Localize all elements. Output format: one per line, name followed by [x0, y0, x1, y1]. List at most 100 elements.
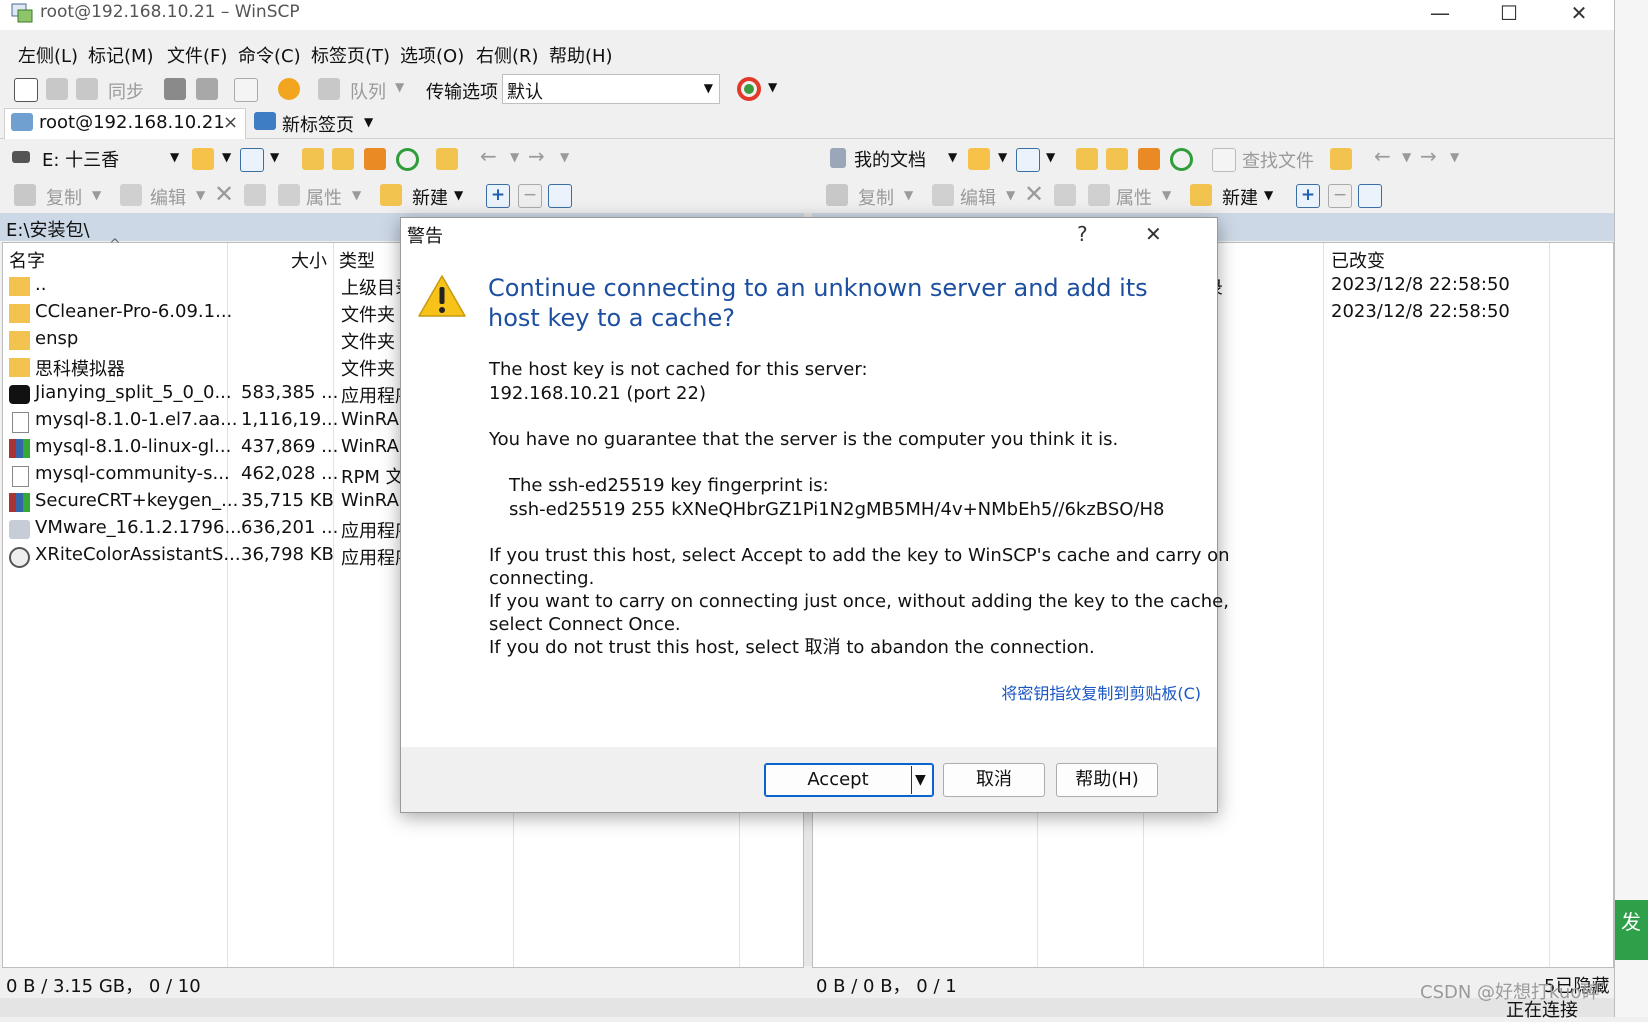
parent-dir-icon[interactable]	[1076, 148, 1098, 170]
menu-commands[interactable]: 命令(C)	[238, 42, 301, 68]
filter-select-icon[interactable]	[1358, 184, 1382, 208]
column-header-size[interactable]: 大小	[291, 247, 327, 273]
find-files-icon[interactable]	[1212, 148, 1236, 172]
open-dropdown-icon[interactable]: ▼	[998, 150, 1007, 164]
back-icon[interactable]: ←	[1374, 144, 1391, 168]
tree-icon[interactable]	[1330, 148, 1352, 170]
left-copy-label[interactable]: 复制	[46, 184, 82, 210]
dialog-help-button[interactable]: ?	[1077, 222, 1088, 246]
open-folder-icon[interactable]	[968, 148, 990, 170]
left-drive-select[interactable]: E: 十三香 ▼	[8, 145, 182, 171]
tab-new[interactable]: 新标签页 ▼	[252, 108, 384, 138]
tab-session[interactable]: root@192.168.10.21 ×	[4, 108, 246, 139]
copy-icon[interactable]	[14, 184, 36, 206]
new-folder-icon[interactable]	[380, 184, 402, 206]
edit-icon[interactable]	[120, 184, 142, 206]
refresh-icon[interactable]	[396, 148, 419, 171]
copy-dropdown-icon[interactable]: ▼	[904, 188, 913, 202]
minimize-button[interactable]: —	[1405, 0, 1475, 28]
home-icon[interactable]	[1138, 148, 1160, 170]
rename-icon[interactable]	[1054, 184, 1076, 206]
delete-icon[interactable]: ✕	[214, 180, 234, 208]
right-new-label[interactable]: 新建	[1222, 184, 1258, 210]
unselect-minus-icon[interactable]: −	[518, 184, 542, 208]
menu-left[interactable]: 左侧(L)	[18, 42, 78, 68]
left-edit-label[interactable]: 编辑	[150, 184, 186, 210]
table-row[interactable]: 2023/12/8 22:58:50	[1325, 301, 1545, 328]
menu-right[interactable]: 右侧(R)	[476, 42, 539, 68]
back-dropdown-icon[interactable]: ▼	[510, 150, 519, 164]
menu-tabs[interactable]: 标签页(T)	[311, 42, 390, 68]
right-edit-label[interactable]: 编辑	[960, 184, 996, 210]
properties-icon[interactable]	[278, 184, 300, 206]
table-row[interactable]: 2023/12/8 22:58:50	[1325, 274, 1545, 301]
menu-file[interactable]: 文件(F)	[167, 42, 227, 68]
filter-icon[interactable]	[240, 148, 264, 172]
left-path[interactable]: E:\安装包\	[6, 216, 90, 242]
transfer-settings-select[interactable]: 默认 ▼	[502, 74, 720, 104]
filter-dropdown-icon[interactable]: ▼	[1046, 150, 1055, 164]
filter-dropdown-icon[interactable]: ▼	[270, 150, 279, 164]
unselect-minus-icon[interactable]: −	[1328, 184, 1352, 208]
back-dropdown-icon[interactable]: ▼	[1402, 150, 1411, 164]
select-plus-icon[interactable]: +	[486, 184, 510, 208]
queue-dropdown-icon[interactable]: ▼	[395, 80, 404, 94]
compare-dirs-icon[interactable]	[14, 78, 38, 102]
close-window-button[interactable]: ✕	[1544, 0, 1614, 28]
sync-label[interactable]: 同步	[108, 78, 144, 104]
dialog-close-button[interactable]: ✕	[1145, 222, 1162, 246]
help-button[interactable]: 帮助(H)	[1056, 763, 1158, 797]
refresh-icon[interactable]	[1170, 148, 1193, 171]
forward-icon[interactable]: →	[1420, 144, 1437, 168]
new-dropdown-icon[interactable]: ▼	[454, 188, 463, 202]
find-files-label[interactable]: 查找文件	[1242, 147, 1314, 173]
accept-button[interactable]: Accept ▼	[764, 763, 934, 797]
back-icon[interactable]: ←	[480, 144, 497, 168]
tree-icon[interactable]	[436, 148, 458, 170]
menu-mark[interactable]: 标记(M)	[88, 42, 154, 68]
queue-label[interactable]: 队列	[350, 78, 386, 104]
synchronize-browsing-icon[interactable]	[46, 78, 68, 100]
new-folder-icon[interactable]	[1190, 184, 1212, 206]
left-new-label[interactable]: 新建	[412, 184, 448, 210]
queue-icon[interactable]	[318, 78, 340, 100]
column-header-changed[interactable]: 已改变	[1331, 247, 1385, 273]
root-dir-icon[interactable]	[332, 148, 354, 170]
edit-dropdown-icon[interactable]: ▼	[196, 188, 205, 202]
menu-help[interactable]: 帮助(H)	[549, 42, 613, 68]
menu-options[interactable]: 选项(O)	[400, 42, 464, 68]
forward-dropdown-icon[interactable]: ▼	[1450, 150, 1459, 164]
edit-dropdown-icon[interactable]: ▼	[1006, 188, 1015, 202]
copy-dropdown-icon[interactable]: ▼	[92, 188, 101, 202]
edit-icon[interactable]	[932, 184, 954, 206]
root-dir-icon[interactable]	[1106, 148, 1128, 170]
properties-dropdown-icon[interactable]: ▼	[1162, 188, 1171, 202]
column-header-name[interactable]: 名字	[9, 247, 45, 273]
right-copy-label[interactable]: 复制	[858, 184, 894, 210]
home-icon[interactable]	[364, 148, 386, 170]
forward-dropdown-icon[interactable]: ▼	[560, 150, 569, 164]
delete-icon[interactable]: ✕	[1024, 180, 1044, 208]
parent-dir-icon[interactable]	[302, 148, 324, 170]
accept-dropdown-icon[interactable]: ▼	[915, 764, 926, 796]
console-icon[interactable]	[164, 78, 186, 100]
open-dropdown-icon[interactable]: ▼	[222, 150, 231, 164]
right-location-select[interactable]: 我的文档 ▼	[810, 145, 960, 171]
open-folder-icon[interactable]	[192, 148, 214, 170]
copy-fingerprint-link[interactable]: 将密钥指纹复制到剪贴板(C)	[1001, 680, 1201, 704]
filter-select-icon[interactable]	[548, 184, 572, 208]
filter-icon[interactable]	[1016, 148, 1040, 172]
new-dropdown-icon[interactable]: ▼	[1264, 188, 1273, 202]
select-plus-icon[interactable]: +	[1296, 184, 1320, 208]
copy-icon[interactable]	[826, 184, 848, 206]
forward-icon[interactable]: →	[528, 144, 545, 168]
tab-close-icon[interactable]: ×	[223, 112, 238, 133]
maximize-button[interactable]: ☐	[1474, 0, 1544, 28]
reconnect-icon[interactable]	[736, 76, 762, 102]
rename-icon[interactable]	[244, 184, 266, 206]
putty-icon[interactable]	[196, 78, 218, 100]
right-properties-label[interactable]: 属性	[1116, 184, 1152, 210]
properties-dropdown-icon[interactable]: ▼	[352, 188, 361, 202]
properties-icon[interactable]	[1088, 184, 1110, 206]
column-header-type[interactable]: 类型	[339, 247, 375, 273]
